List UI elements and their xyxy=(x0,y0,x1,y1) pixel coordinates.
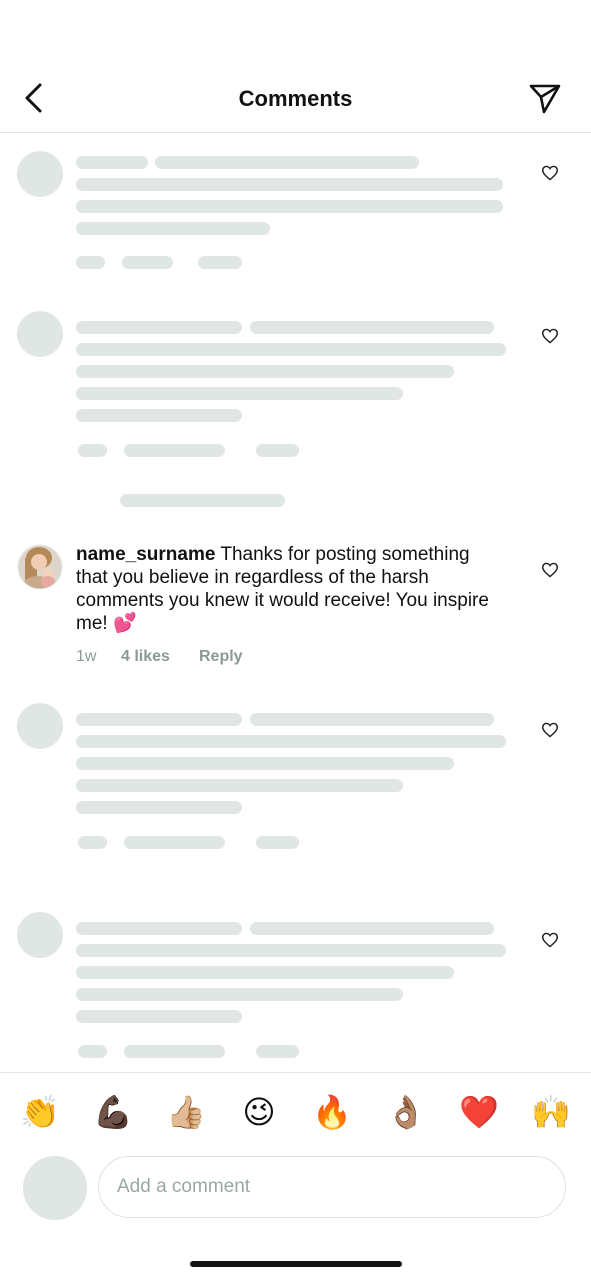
skeleton-line xyxy=(76,365,454,378)
comment-body: name_surname Thanks for posting somethin… xyxy=(76,543,506,635)
heart-icon[interactable] xyxy=(541,165,559,181)
skeleton-line xyxy=(76,735,506,748)
skeleton-line xyxy=(198,256,242,269)
avatar-placeholder xyxy=(17,912,63,958)
winking-face-emoji[interactable]: 😉 xyxy=(239,1092,279,1132)
skeleton-line xyxy=(76,966,454,979)
header: Comments xyxy=(0,0,591,133)
avatar[interactable] xyxy=(17,544,63,590)
thumbs-up-emoji[interactable]: 👍🏼 xyxy=(166,1092,206,1132)
raising-hands-emoji[interactable]: 🙌 xyxy=(531,1092,571,1132)
skeleton-line xyxy=(256,444,299,457)
ok-hand-emoji[interactable]: 👌🏽 xyxy=(386,1092,426,1132)
home-indicator[interactable] xyxy=(190,1261,402,1267)
skeleton-line xyxy=(78,1045,107,1058)
comment-input-placeholder: Add a comment xyxy=(117,1176,251,1197)
comment-likes[interactable]: 4 likes xyxy=(121,648,170,666)
skeleton-line xyxy=(76,944,506,957)
skeleton-line xyxy=(76,409,242,422)
skeleton-line xyxy=(250,713,494,726)
page-title: Comments xyxy=(238,86,353,111)
skeleton-line xyxy=(120,494,285,507)
reply-button[interactable]: Reply xyxy=(199,648,243,666)
skeleton-line xyxy=(78,444,107,457)
heart-icon[interactable] xyxy=(541,932,559,948)
flexed-biceps-emoji[interactable]: 💪🏿 xyxy=(93,1092,133,1132)
fire-emoji[interactable]: 🔥 xyxy=(312,1092,352,1132)
skeleton-line xyxy=(76,801,242,814)
comment-time: 1w xyxy=(76,648,97,665)
skeleton-line xyxy=(76,1010,242,1023)
skeleton-line xyxy=(256,1045,299,1058)
skeleton-line xyxy=(76,200,503,213)
skeleton-line xyxy=(76,757,454,770)
skeleton-line xyxy=(78,836,107,849)
skeleton-line xyxy=(76,387,403,400)
skeleton-line xyxy=(250,922,494,935)
skeleton-line xyxy=(250,321,494,334)
skeleton-line xyxy=(122,256,173,269)
red-heart-emoji[interactable]: ❤️ xyxy=(459,1092,499,1132)
skeleton-line xyxy=(76,256,105,269)
my-avatar xyxy=(23,1156,87,1220)
heart-icon[interactable] xyxy=(541,722,559,738)
skeleton-line xyxy=(256,836,299,849)
heart-icon[interactable] xyxy=(541,328,559,344)
avatar-placeholder xyxy=(17,151,63,197)
skeleton-line xyxy=(124,444,225,457)
skeleton-line xyxy=(155,156,419,169)
skeleton-line xyxy=(124,1045,225,1058)
heart-icon[interactable] xyxy=(541,562,559,578)
clapping-hands-emoji[interactable]: 👏 xyxy=(20,1092,60,1132)
skeleton-line xyxy=(124,836,225,849)
skeleton-line xyxy=(76,321,242,334)
heart-emoji: 💕 xyxy=(112,613,137,634)
skeleton-line xyxy=(76,178,503,191)
avatar-placeholder xyxy=(17,703,63,749)
comment-input[interactable]: Add a comment xyxy=(98,1156,566,1218)
avatar-placeholder xyxy=(17,311,63,357)
skeleton-line xyxy=(76,779,403,792)
skeleton-line xyxy=(76,713,242,726)
skeleton-line xyxy=(76,156,148,169)
skeleton-line xyxy=(76,922,242,935)
divider xyxy=(0,1072,591,1073)
skeleton-line xyxy=(76,988,403,1001)
paper-plane-icon[interactable] xyxy=(528,82,562,114)
skeleton-line xyxy=(76,343,506,356)
comment-username[interactable]: name_surname xyxy=(76,544,215,565)
skeleton-line xyxy=(76,222,270,235)
